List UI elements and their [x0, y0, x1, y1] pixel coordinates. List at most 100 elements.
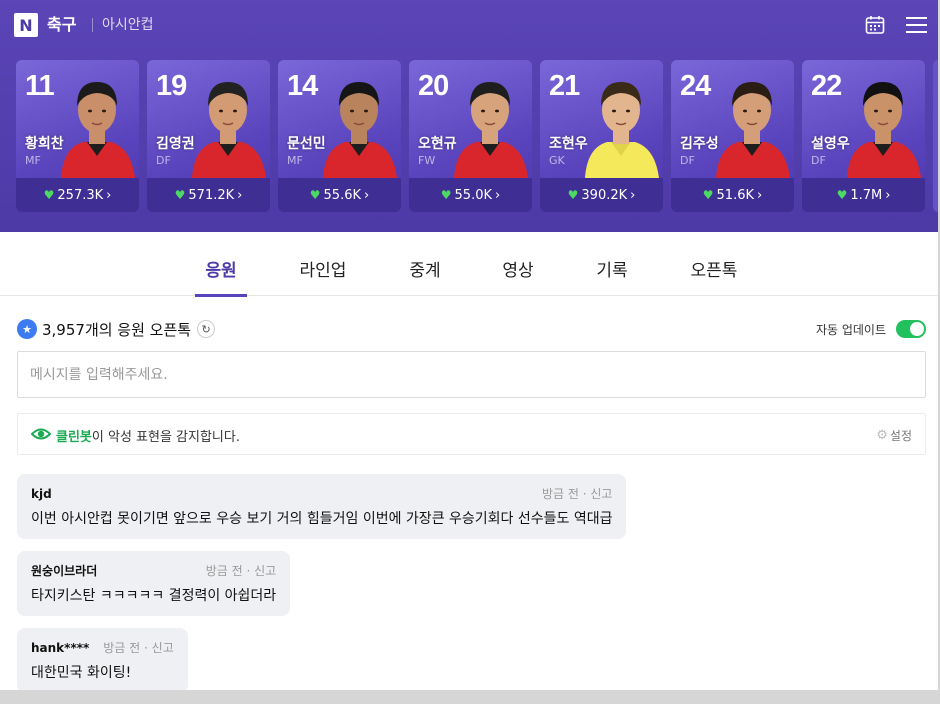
tab-4[interactable]: 기록	[584, 240, 640, 296]
player-number: 14	[287, 70, 318, 102]
auto-update-toggle[interactable]	[896, 320, 926, 338]
report-link[interactable]: 신고	[152, 641, 174, 655]
message-text: 타지키스탄 ㅋㅋㅋㅋㅋ 결정력이 아쉽더라	[31, 588, 277, 604]
like-count: 55.6K	[323, 187, 362, 203]
player-position: FW	[418, 154, 436, 167]
player-number: 19	[156, 70, 187, 102]
player-position: MF	[25, 154, 41, 167]
player-like-button[interactable]: ♥ 571.2K ›	[147, 178, 270, 212]
chat-message: kjd 방금 전 · 신고 이번 아시안컵 못이기면 앞으로 우승 보기 거의 …	[17, 474, 627, 539]
page: N 축구 아시안컵 11 황희찬 MF ♥ 257.3K › 19 김영권 DF…	[0, 0, 938, 690]
tab-5[interactable]: 오픈톡	[676, 240, 752, 296]
cleanbot-notice: 클린봇이 악성 표현을 감지합니다. ⚙ 설정	[17, 413, 926, 455]
player-photo	[454, 82, 528, 178]
talk-header: ★ 3,957개의 응원 오픈톡 ↻	[17, 318, 216, 340]
player-photo	[61, 82, 135, 178]
cleanbot-description: 이 악성 표현을 감지합니다.	[91, 430, 240, 445]
chevron-right-icon: ›	[364, 187, 370, 203]
tab-1[interactable]: 라인업	[286, 240, 360, 296]
player-like-button[interactable]: ♥ 390.2K ›	[540, 178, 663, 212]
like-count: 1.7M	[850, 187, 883, 203]
player-photo	[847, 82, 921, 178]
player-like-button[interactable]: ♥ 55.6K ›	[278, 178, 401, 212]
message-meta: 방금 전 · 신고	[542, 487, 613, 501]
chevron-right-icon: ›	[495, 187, 501, 203]
menu-icon[interactable]	[906, 16, 927, 34]
tab-3[interactable]: 영상	[492, 240, 544, 296]
player-like-button[interactable]: ♥ 1.7M ›	[802, 178, 925, 212]
heart-icon: ♥	[174, 188, 186, 202]
player-like-button[interactable]: ♥ 51.6K ›	[671, 178, 794, 212]
heart-icon: ♥	[836, 188, 848, 202]
chevron-right-icon: ›	[757, 187, 763, 203]
message-text: 대한민국 화이팅!	[31, 665, 132, 681]
settings-label: 설정	[889, 429, 912, 443]
player-number: 22	[811, 70, 842, 102]
player-card[interactable]: 14 문선민 MF ♥ 55.6K ›	[278, 60, 401, 212]
header: N 축구 아시안컵 11 황희찬 MF ♥ 257.3K › 19 김영권 DF…	[0, 0, 938, 232]
player-name: 김주성	[680, 136, 719, 152]
message-username[interactable]: hank****	[31, 641, 89, 655]
gear-icon: ⚙	[876, 428, 888, 443]
tab-0[interactable]: 응원	[195, 240, 247, 297]
player-card[interactable]: 11 황희찬 MF ♥ 257.3K ›	[16, 60, 139, 212]
player-photo	[716, 82, 790, 178]
message-time: 방금 전	[542, 487, 579, 501]
cleanbot-text: 클린봇이 악성 표현을 감지합니다.	[56, 426, 240, 445]
report-link[interactable]: 신고	[254, 564, 276, 578]
naver-logo[interactable]: N	[14, 13, 38, 37]
competition-title[interactable]: 아시안컵	[102, 13, 154, 37]
star-badge-icon: ★	[17, 319, 37, 339]
cleanbot-settings-button[interactable]: ⚙ 설정	[876, 427, 912, 444]
heart-icon: ♥	[702, 188, 714, 202]
cleanbot-eye-icon	[31, 428, 51, 440]
heart-icon: ♥	[43, 188, 55, 202]
player-card-list: 11 황희찬 MF ♥ 257.3K › 19 김영권 DF ♥ 571.2K …	[16, 60, 938, 212]
chevron-right-icon: ›	[885, 187, 891, 203]
like-count: 55.0K	[454, 187, 493, 203]
chevron-right-icon: ›	[106, 187, 112, 203]
player-number: 11	[25, 70, 55, 102]
player-position: DF	[156, 154, 171, 167]
player-photo	[585, 82, 659, 178]
player-number: 24	[680, 70, 711, 102]
player-card[interactable]: 22 설영우 DF ♥ 1.7M ›	[802, 60, 925, 212]
message-meta: 방금 전 · 신고	[103, 641, 174, 655]
sport-title[interactable]: 축구	[47, 13, 76, 37]
player-card[interactable]: 21 조현우 GK ♥ 390.2K ›	[540, 60, 663, 212]
player-card[interactable]: 20 오현규 FW ♥ 55.0K ›	[409, 60, 532, 212]
message-text: 이번 아시안컵 못이기면 앞으로 우승 보기 거의 힘들거임 이번에 가장큰 우…	[31, 511, 613, 527]
like-count: 51.6K	[716, 187, 755, 203]
player-position: MF	[287, 154, 303, 167]
message-time: 방금 전	[103, 641, 141, 655]
cleanbot-name: 클린봇	[56, 430, 92, 445]
message-username[interactable]: kjd	[31, 487, 52, 501]
chat-message: 원숭이브라더 방금 전 · 신고 타지키스탄 ㅋㅋㅋㅋㅋ 결정력이 아쉽더라	[17, 551, 291, 616]
player-position: GK	[549, 154, 565, 167]
player-number: 20	[418, 70, 449, 102]
like-count: 571.2K	[188, 187, 235, 203]
player-name: 문선민	[287, 136, 326, 152]
player-photo	[192, 82, 266, 178]
player-name: 오현규	[418, 136, 457, 152]
refresh-icon[interactable]: ↻	[197, 320, 216, 338]
message-username[interactable]: 원숭이브라더	[31, 562, 97, 579]
player-card[interactable]: 19 김영권 DF ♥ 571.2K ›	[147, 60, 270, 212]
player-number: 21	[549, 70, 580, 102]
top-bar: N 축구 아시안컵	[0, 0, 938, 50]
player-like-button[interactable]: ♥ 55.0K ›	[409, 178, 532, 212]
player-like-button[interactable]: ♥ 257.3K ›	[16, 178, 139, 212]
tab-2[interactable]: 중계	[398, 240, 452, 296]
calendar-icon[interactable]	[865, 15, 885, 35]
player-name: 조현우	[549, 136, 588, 152]
message-meta: 방금 전 · 신고	[205, 564, 277, 578]
chevron-right-icon: ›	[237, 187, 243, 203]
player-position: DF	[811, 154, 826, 167]
player-position: DF	[680, 154, 695, 167]
player-card-partial[interactable]	[933, 60, 938, 212]
player-photo	[323, 82, 397, 178]
message-input[interactable]	[17, 351, 926, 398]
like-count: 257.3K	[57, 187, 104, 203]
report-link[interactable]: 신고	[590, 487, 612, 501]
player-card[interactable]: 24 김주성 DF ♥ 51.6K ›	[671, 60, 794, 212]
